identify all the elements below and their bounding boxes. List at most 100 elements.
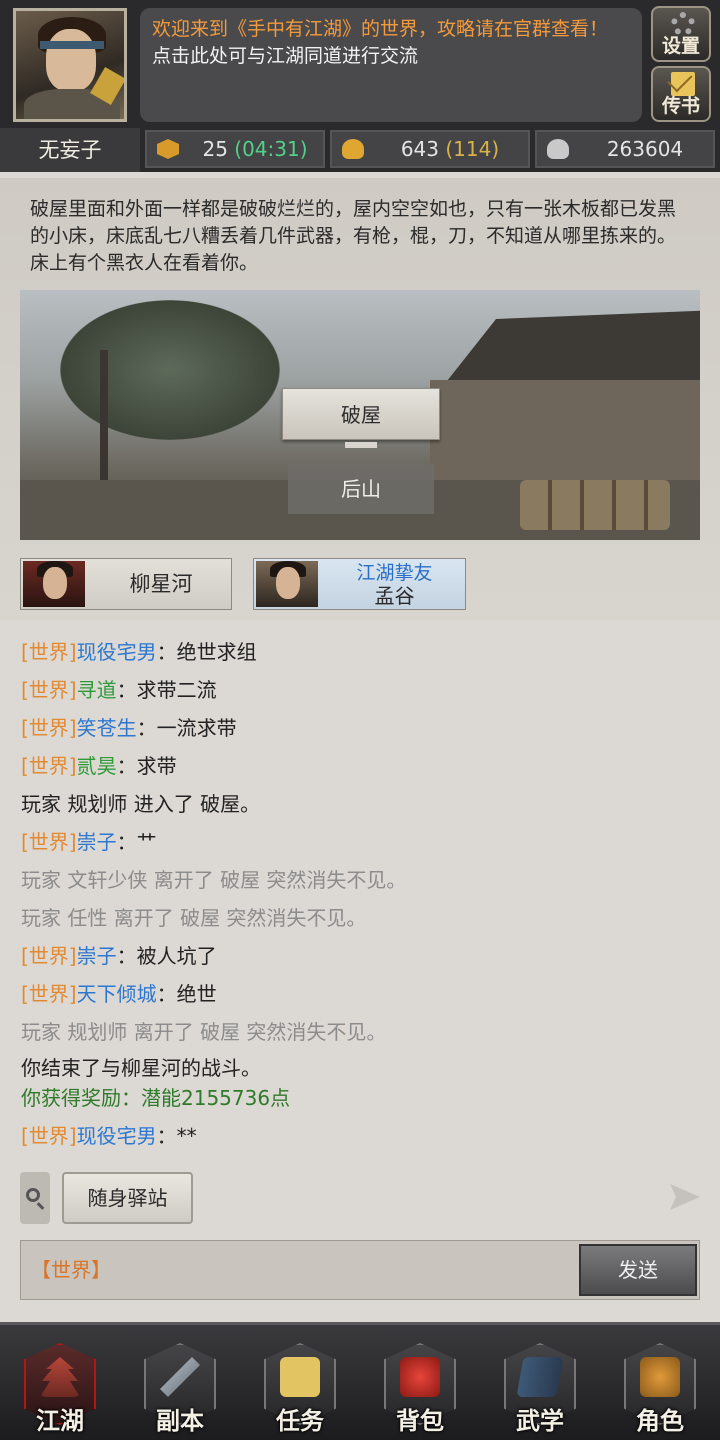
npc-face	[43, 567, 67, 599]
settings-label: 设置	[661, 35, 700, 57]
chat-user[interactable]: 崇子	[77, 830, 117, 854]
channel-selector[interactable]: 【世界】	[31, 1241, 111, 1299]
chat-user[interactable]: 天下倾城	[77, 982, 157, 1006]
chat-channel[interactable]: [世界]	[21, 982, 77, 1006]
chat-text: 绝世	[176, 982, 217, 1006]
location-current[interactable]: 破屋	[282, 388, 440, 440]
mail-button[interactable]: 传书	[651, 66, 711, 122]
tree-shape	[60, 300, 280, 440]
chat-separator: ：	[156, 1124, 177, 1148]
scroll-icon	[280, 1357, 320, 1397]
station-button[interactable]: 随身驿站	[62, 1172, 193, 1224]
nav-label: 任务	[276, 1406, 324, 1435]
chat-user[interactable]: 贰昊	[77, 754, 117, 778]
npc-portrait	[23, 561, 85, 607]
avatar-face	[46, 29, 96, 91]
scene-panel: 破屋里面和外面一样都是破破烂烂的，屋内空空如也，只有一张木板都已发黑的小床，床底…	[0, 178, 720, 620]
energy-timer: (04:31)	[234, 137, 308, 161]
chat-channel[interactable]: [世界]	[21, 640, 77, 664]
book-icon	[516, 1357, 564, 1397]
nav-label: 武学	[516, 1406, 564, 1435]
chat-search-button[interactable]	[20, 1172, 50, 1224]
nav-label: 副本	[156, 1406, 204, 1435]
barrels-shape	[520, 480, 670, 530]
chat-user[interactable]: 崇子	[77, 944, 117, 968]
npc-card-friend[interactable]: 江湖挚友 孟谷	[253, 558, 466, 610]
search-icon	[26, 1188, 40, 1202]
player-avatar[interactable]	[13, 8, 127, 122]
chat-message: [世界]贰昊：求带	[21, 751, 177, 781]
chat-separator: ：	[156, 640, 177, 664]
chat-channel[interactable]: [世界]	[21, 678, 77, 702]
bottom-nav: 江湖 副本 任务 背包 武学 角色	[0, 1322, 720, 1440]
npc-card[interactable]: 柳星河	[20, 558, 232, 610]
bag-icon	[400, 1357, 440, 1397]
npc-name: 柳星河	[129, 572, 193, 596]
status-row: 无妄子 25 (04:31) 643 (114) 263604	[0, 128, 720, 172]
chat-message: [世界]寻道：求带二流	[21, 675, 217, 705]
player-name: 无妄子	[0, 128, 140, 172]
chat-text: 求带	[136, 754, 177, 778]
gold-counter[interactable]: 643 (114)	[330, 130, 530, 168]
system-message: 玩家 规划师 离开了 破屋 突然消失不见。	[21, 1020, 387, 1044]
community-notice[interactable]: 欢迎来到《手中有江湖》的世界，攻略请在官群查看！ 点击此处可与江湖同道进行交流	[140, 8, 642, 122]
send-arrow-icon[interactable]	[670, 1184, 700, 1210]
chat-message: [世界]现役宅男：**	[21, 1121, 197, 1151]
reward-message: 你获得奖励：潜能2155736点	[21, 1086, 291, 1110]
chat-separator: ：	[116, 830, 137, 854]
mail-label: 传书	[661, 95, 700, 117]
nav-beibao[interactable]: 背包	[380, 1343, 460, 1435]
chat-separator: ：	[156, 982, 177, 1006]
chat-message: [世界]崇子：被人坑了	[21, 941, 217, 971]
silver-ingot-icon	[547, 139, 569, 159]
energy-counter[interactable]: 25 (04:31)	[145, 130, 325, 168]
energy-value: 25	[202, 137, 228, 161]
chat-channel[interactable]: [世界]	[21, 944, 77, 968]
chat-text: 艹	[136, 830, 157, 854]
nav-renwu[interactable]: 任务	[260, 1343, 340, 1435]
chat-channel[interactable]: [世界]	[21, 830, 77, 854]
chat-separator: ：	[116, 754, 137, 778]
chat-user[interactable]: 现役宅男	[77, 1124, 157, 1148]
chat-channel[interactable]: [世界]	[21, 754, 77, 778]
nav-fuben[interactable]: 副本	[140, 1343, 220, 1435]
location-exit[interactable]: 后山	[288, 464, 434, 514]
nav-wuxue[interactable]: 武学	[500, 1343, 580, 1435]
nav-juese[interactable]: 角色	[620, 1343, 700, 1435]
chat-user[interactable]: 笑苍生	[77, 716, 137, 740]
chat-input-bar: 【世界】 发送	[20, 1240, 700, 1300]
chat-log[interactable]: [世界]现役宅男：绝世求组 [世界]寻道：求带二流 [世界]笑苍生：一流求带 […	[0, 624, 720, 1164]
npc-portrait	[256, 561, 318, 607]
chat-user[interactable]: 现役宅男	[77, 640, 157, 664]
chat-separator: ：	[116, 944, 137, 968]
chat-channel[interactable]: [世界]	[21, 716, 77, 740]
silver-value: 263604	[606, 137, 684, 161]
nav-label: 背包	[396, 1406, 444, 1435]
top-header: 欢迎来到《手中有江湖》的世界，攻略请在官群查看！ 点击此处可与江湖同道进行交流 …	[0, 0, 720, 172]
nav-label: 江湖	[36, 1406, 84, 1435]
chat-text: 被人坑了	[136, 944, 217, 968]
system-message: 玩家 文轩少侠 离开了 破屋 突然消失不见。	[21, 868, 407, 892]
chat-text: 一流求带	[156, 716, 237, 740]
chat-text: 绝世求组	[176, 640, 257, 664]
settings-button[interactable]: 设置	[651, 6, 711, 62]
scene-illustration: 破屋 后山	[20, 290, 700, 540]
npc-face	[276, 567, 300, 599]
location-connector	[345, 442, 377, 448]
gold-ingot-icon	[342, 139, 364, 159]
chat-message: [世界]笑苍生：一流求带	[21, 713, 237, 743]
nav-jianghu[interactable]: 江湖	[20, 1343, 100, 1435]
send-button[interactable]: 发送	[579, 1244, 697, 1296]
notice-community-link[interactable]: 点击此处可与江湖同道进行交流	[152, 43, 630, 70]
chat-user[interactable]: 寻道	[77, 678, 117, 702]
notice-welcome: 欢迎来到《手中有江湖》的世界，攻略请在官群查看！	[152, 18, 609, 40]
chat-message: [世界]崇子：艹	[21, 827, 157, 857]
avatar-headband	[40, 41, 104, 49]
silver-counter[interactable]: 263604	[535, 130, 715, 168]
gourd-icon	[640, 1357, 680, 1397]
chat-channel[interactable]: [世界]	[21, 1124, 77, 1148]
chat-text: 求带二流	[136, 678, 217, 702]
chat-text: **	[176, 1124, 197, 1148]
chat-separator: ：	[116, 678, 137, 702]
chat-input[interactable]	[101, 1249, 571, 1291]
